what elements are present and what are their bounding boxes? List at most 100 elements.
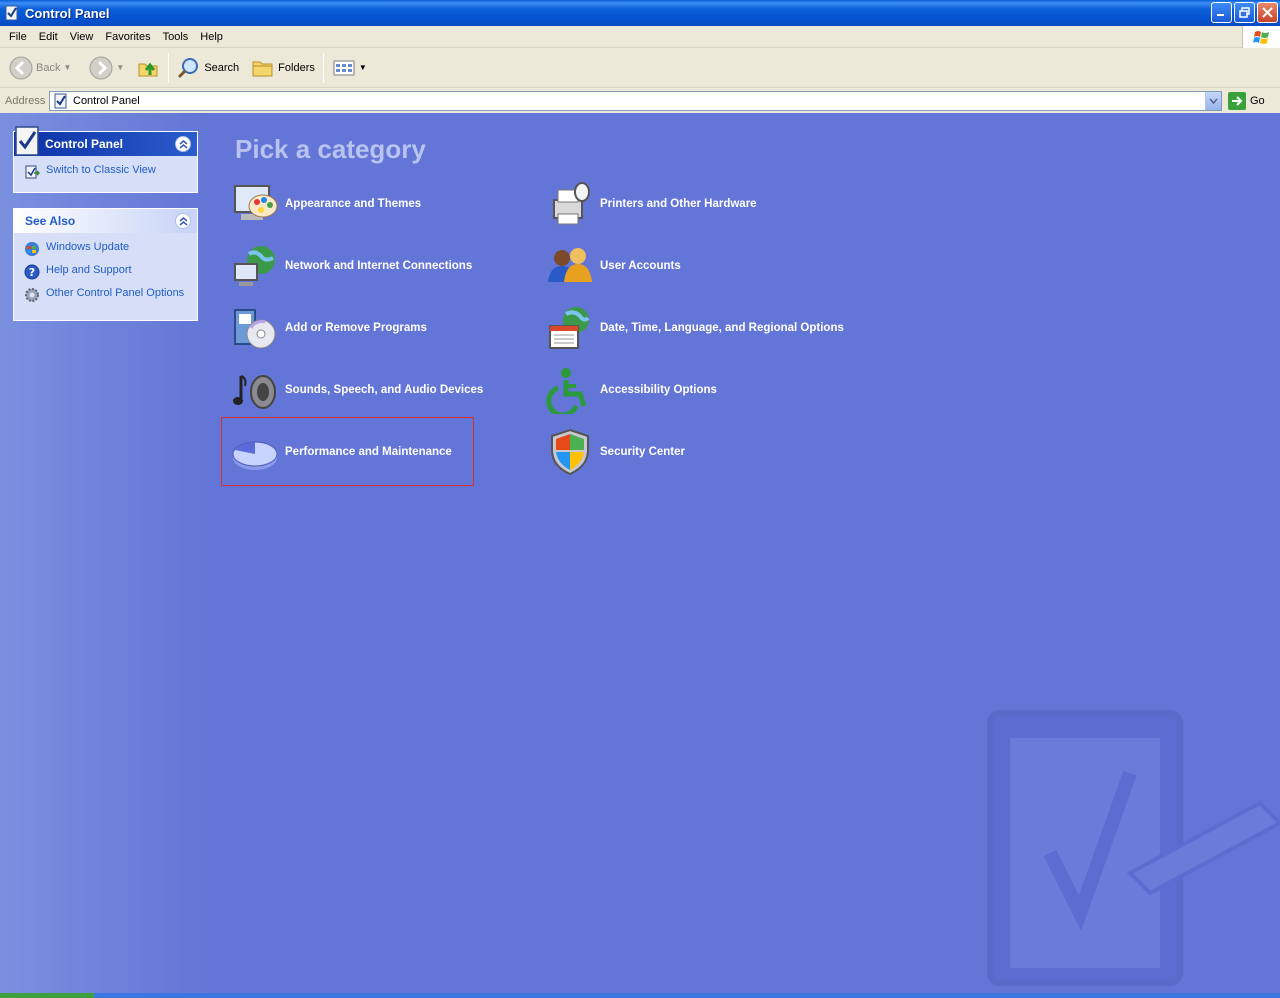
- users-icon: [548, 248, 592, 282]
- toolbar-separator: [168, 52, 170, 83]
- double-chevron-up-icon: [179, 139, 187, 149]
- menu-bar: File Edit View Favorites Tools Help: [0, 26, 1280, 48]
- control-panel-task-panel: Control Panel Switch to Classic View: [13, 126, 198, 193]
- switch-classic-view-label: Switch to Classic View: [46, 164, 156, 176]
- switch-classic-view-link[interactable]: Switch to Classic View: [24, 164, 187, 180]
- category-label: Appearance and Themes: [285, 198, 422, 210]
- category-label: Printers and Other Hardware: [600, 198, 757, 210]
- windows-logo-icon: [1242, 26, 1280, 48]
- performance-icon: [232, 441, 278, 470]
- chevron-down-icon: [1209, 98, 1218, 104]
- address-input[interactable]: Control Panel: [49, 91, 1222, 111]
- window-title: Control Panel: [25, 5, 110, 21]
- menu-file[interactable]: File: [0, 31, 33, 43]
- category-label: Performance and Maintenance: [285, 446, 452, 458]
- search-button[interactable]: Search: [173, 51, 243, 85]
- views-dropdown-icon: ▼: [358, 63, 367, 72]
- main-area: Control Panel Switch to Classic View See…: [0, 113, 1280, 998]
- status-bar-left-segment: [0, 993, 94, 998]
- folders-button[interactable]: Folders: [247, 51, 319, 85]
- control-panel-icon: [5, 5, 18, 21]
- help-and-support-label: Help and Support: [46, 264, 132, 276]
- programs-icon: [234, 309, 276, 349]
- menu-tools[interactable]: Tools: [157, 31, 195, 43]
- minimize-icon: [1217, 14, 1224, 16]
- windows-update-link[interactable]: Windows Update: [24, 241, 187, 257]
- category-label: Security Center: [600, 446, 686, 458]
- gear-icon: [25, 288, 39, 302]
- datetime-icon: [549, 307, 590, 349]
- collapse-button[interactable]: [175, 213, 191, 229]
- back-dropdown-icon[interactable]: ▼: [63, 63, 71, 72]
- views-icon: [333, 60, 355, 75]
- collapse-button[interactable]: [175, 136, 191, 152]
- folders-icon: [252, 61, 273, 76]
- svg-text:?: ?: [29, 266, 35, 279]
- other-options-label: Other Control Panel Options: [46, 287, 185, 299]
- address-dropdown-button[interactable]: [1205, 92, 1221, 110]
- category-printers-hardware[interactable]: Printers and Other Hardware: [546, 179, 757, 229]
- category-user-accounts[interactable]: User Accounts: [546, 241, 681, 291]
- menu-edit[interactable]: Edit: [33, 31, 64, 43]
- menu-help[interactable]: Help: [194, 31, 229, 43]
- double-chevron-up-icon: [179, 216, 187, 226]
- back-arrow-icon: [9, 56, 33, 79]
- forward-arrow-icon: [89, 56, 113, 79]
- accessibility-icon: [546, 368, 587, 414]
- address-value: Control Panel: [73, 95, 140, 107]
- restore-icon: [1239, 7, 1250, 18]
- windows-update-icon: [25, 242, 39, 256]
- page-title: Pick a category: [235, 134, 426, 164]
- network-icon: [234, 246, 275, 286]
- category-sounds-speech-audio[interactable]: Sounds, Speech, and Audio Devices: [231, 365, 483, 415]
- category-appearance-themes[interactable]: Appearance and Themes: [231, 179, 421, 229]
- forward-button[interactable]: ▼: [85, 51, 128, 85]
- control-panel-icon: [15, 126, 39, 156]
- windows-update-label: Windows Update: [46, 241, 130, 253]
- category-label: Add or Remove Programs: [285, 322, 427, 334]
- menu-favorites[interactable]: Favorites: [99, 31, 156, 43]
- up-folder-button[interactable]: [132, 51, 164, 85]
- views-button[interactable]: ▼: [328, 51, 371, 85]
- classic-view-icon: [25, 165, 40, 179]
- category-label: Network and Internet Connections: [285, 260, 473, 272]
- category-add-remove-programs[interactable]: Add or Remove Programs: [231, 303, 427, 353]
- go-button[interactable]: Go: [1228, 92, 1265, 110]
- see-also-panel-header[interactable]: See Also: [14, 209, 197, 233]
- help-icon: ?: [24, 264, 40, 280]
- forward-dropdown-icon[interactable]: ▼: [116, 63, 124, 72]
- category-security-center[interactable]: Security Center: [546, 427, 685, 477]
- minimize-button[interactable]: [1211, 2, 1232, 23]
- see-also-panel-title: See Also: [25, 214, 76, 228]
- control-panel-panel-title: Control Panel: [45, 137, 124, 151]
- category-performance-maintenance[interactable]: Performance and Maintenance: [231, 427, 452, 477]
- toolbar-separator: [322, 52, 324, 83]
- sounds-icon: [233, 375, 276, 409]
- category-label: Accessibility Options: [600, 384, 717, 396]
- go-label: Go: [1250, 95, 1265, 107]
- folders-label: Folders: [278, 61, 315, 74]
- category-label: Sounds, Speech, and Audio Devices: [285, 384, 484, 396]
- up-folder-icon: [138, 62, 158, 76]
- category-date-time-language[interactable]: Date, Time, Language, and Regional Optio…: [546, 303, 844, 353]
- title-bar[interactable]: Control Panel: [0, 0, 1280, 26]
- task-pane: Control Panel Switch to Classic View See…: [0, 113, 210, 993]
- control-panel-panel-header[interactable]: Control Panel: [14, 126, 197, 156]
- category-network-internet[interactable]: Network and Internet Connections: [231, 241, 472, 291]
- help-and-support-link[interactable]: ? Help and Support: [24, 264, 187, 280]
- search-label: Search: [204, 61, 240, 74]
- back-label: Back: [36, 61, 61, 74]
- back-button[interactable]: Back ▼: [5, 51, 75, 85]
- shield-icon: [551, 428, 589, 476]
- category-label: Date, Time, Language, and Regional Optio…: [600, 322, 844, 334]
- go-arrow-icon: [1228, 92, 1246, 110]
- category-view: Pick a category Appearance and Themes Ne…: [211, 113, 1280, 993]
- control-panel-watermark-icon: [987, 710, 1280, 986]
- other-options-link[interactable]: Other Control Panel Options: [24, 287, 187, 303]
- close-button[interactable]: [1257, 2, 1278, 23]
- restore-button[interactable]: [1234, 2, 1255, 23]
- close-icon: [1262, 7, 1273, 18]
- search-icon: [178, 57, 199, 78]
- category-accessibility[interactable]: Accessibility Options: [546, 365, 717, 415]
- menu-view[interactable]: View: [64, 31, 100, 43]
